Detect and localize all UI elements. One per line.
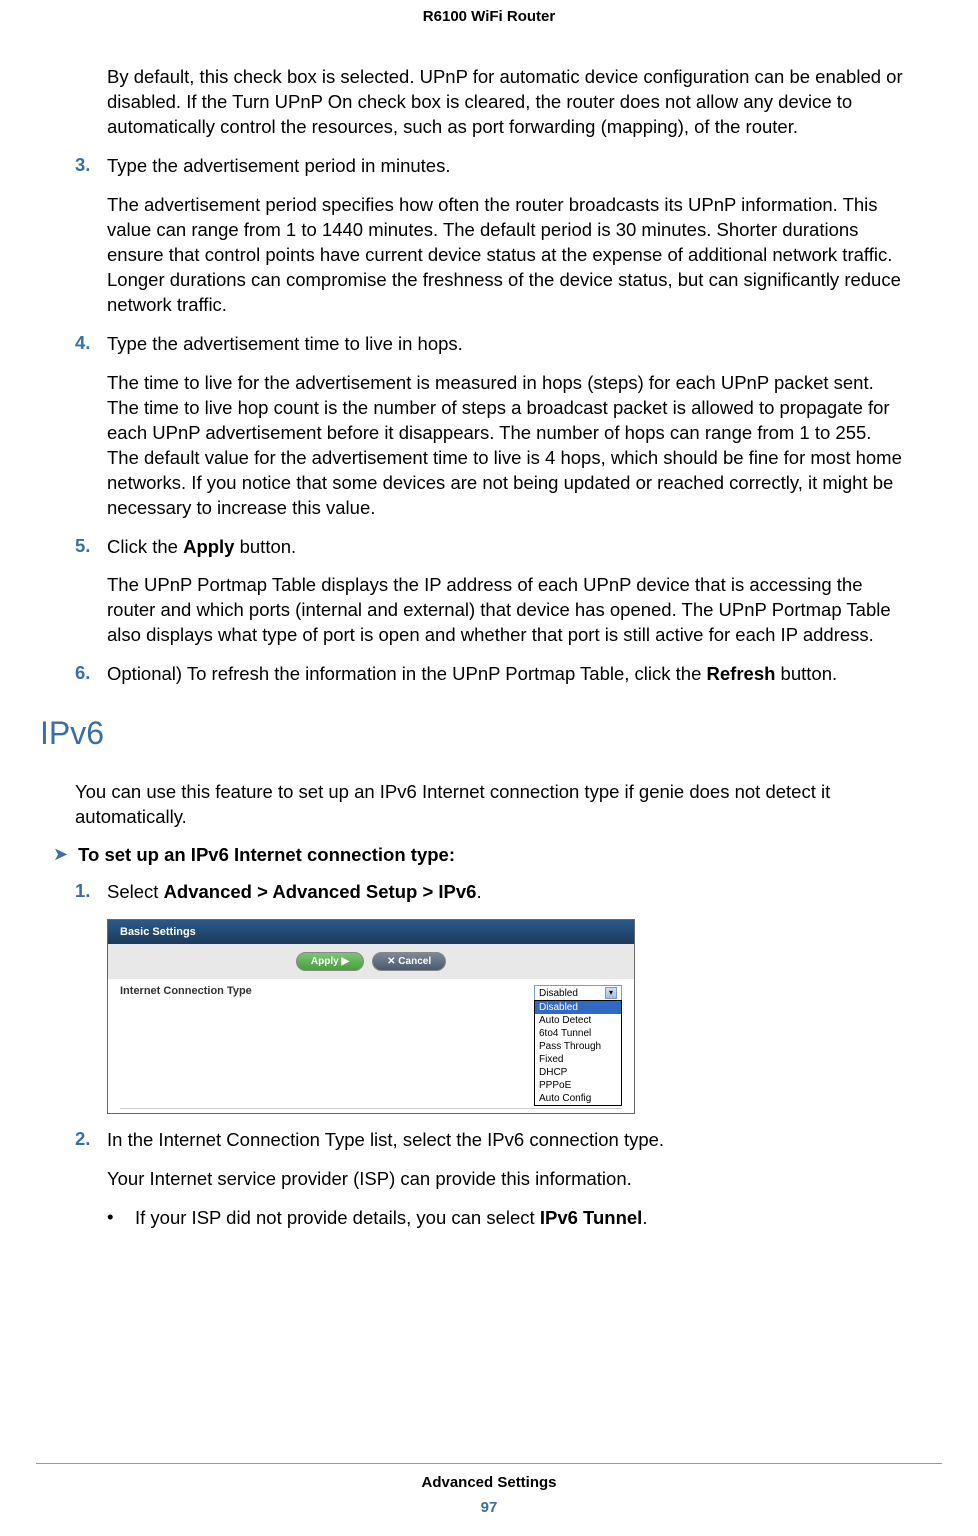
bullet-dot: • (107, 1206, 135, 1231)
page-content: By default, this check box is selected. … (0, 65, 978, 1231)
screenshot-body: Internet Connection Type Disabled ▾ Disa… (108, 979, 634, 1113)
step-number: 5. (75, 535, 107, 560)
step-4: 4. Type the advertisement time to live i… (75, 332, 903, 357)
footer-separator (36, 1463, 942, 1464)
step-5: 5. Click the Apply button. (75, 535, 903, 560)
step-text: In the Internet Connection Type list, se… (107, 1128, 903, 1153)
text-pre: Click the (107, 536, 183, 557)
bullet-text: If your ISP did not provide details, you… (135, 1206, 903, 1231)
dropdown-option[interactable]: DHCP (535, 1066, 621, 1079)
footer-page-number: 97 (0, 1499, 978, 1516)
text-bold: IPv6 Tunnel (540, 1207, 642, 1228)
step-text: Optional) To refresh the information in … (107, 662, 903, 687)
step-3: 3. Type the advertisement period in minu… (75, 154, 903, 179)
apply-button[interactable]: Apply ▶ (296, 952, 364, 971)
text-pre: If your ISP did not provide details, you… (135, 1207, 540, 1228)
task-arrow-icon: ➤ (53, 844, 68, 865)
section-intro: You can use this feature to set up an IP… (75, 780, 903, 830)
step-number: 6. (75, 662, 107, 687)
text-post: button. (234, 536, 296, 557)
text-bold: Advanced > Advanced Setup > IPv6 (164, 881, 477, 902)
screenshot-titlebar: Basic Settings (108, 920, 634, 944)
setup-step-2: 2. In the Internet Connection Type list,… (75, 1128, 903, 1153)
dropdown-selected-text: Disabled (539, 988, 578, 999)
step-3-description: The advertisement period specifies how o… (107, 193, 903, 318)
dropdown-option[interactable]: Pass Through (535, 1040, 621, 1053)
intro-paragraph: By default, this check box is selected. … (107, 65, 903, 140)
basic-settings-screenshot: Basic Settings Apply ▶ ✕ Cancel Internet… (107, 919, 635, 1114)
cancel-button[interactable]: ✕ Cancel (372, 952, 446, 971)
setup-step-1: 1. Select Advanced > Advanced Setup > IP… (75, 880, 903, 905)
step-text: Select Advanced > Advanced Setup > IPv6. (107, 880, 903, 905)
step-text: Click the Apply button. (107, 535, 903, 560)
step-5-description: The UPnP Portmap Table displays the IP a… (107, 573, 903, 648)
text-post: . (642, 1207, 647, 1228)
task-title: To set up an IPv6 Internet connection ty… (78, 844, 455, 866)
step-text: Type the advertisement period in minutes… (107, 154, 903, 179)
dropdown-option[interactable]: Auto Config (535, 1092, 621, 1105)
connection-type-label: Internet Connection Type (120, 985, 252, 997)
dropdown-option[interactable]: Auto Detect (535, 1014, 621, 1027)
bullet-item: • If your ISP did not provide details, y… (107, 1206, 903, 1231)
text-post: button. (775, 663, 837, 684)
screenshot-container: Basic Settings Apply ▶ ✕ Cancel Internet… (107, 919, 903, 1114)
section-title-ipv6: IPv6 (40, 715, 903, 752)
step-6: 6. Optional) To refresh the information … (75, 662, 903, 687)
setup-step-2-description: Your Internet service provider (ISP) can… (107, 1167, 903, 1192)
text-pre: Optional) To refresh the information in … (107, 663, 707, 684)
step-number: 2. (75, 1128, 107, 1153)
dropdown-option[interactable]: Disabled (535, 1001, 621, 1014)
dropdown-selected[interactable]: Disabled ▾ (534, 985, 622, 1001)
dropdown-option[interactable]: PPPoE (535, 1079, 621, 1092)
text-pre: Select (107, 881, 164, 902)
page-footer: Advanced Settings 97 (0, 1463, 978, 1516)
dropdown-option[interactable]: Fixed (535, 1053, 621, 1066)
separator (120, 1108, 622, 1109)
text-post: . (476, 881, 481, 902)
text-bold: Refresh (707, 663, 776, 684)
step-number: 1. (75, 880, 107, 905)
step-number: 4. (75, 332, 107, 357)
footer-title: Advanced Settings (0, 1474, 978, 1491)
screenshot-button-bar: Apply ▶ ✕ Cancel (108, 944, 634, 979)
chevron-down-icon[interactable]: ▾ (605, 987, 617, 999)
task-header: ➤ To set up an IPv6 Internet connection … (75, 844, 903, 866)
connection-type-dropdown[interactable]: Disabled ▾ Disabled Auto Detect 6to4 Tun… (534, 985, 622, 1106)
step-text: Type the advertisement time to live in h… (107, 332, 903, 357)
step-number: 3. (75, 154, 107, 179)
page-header-title: R6100 WiFi Router (0, 0, 978, 65)
dropdown-list[interactable]: Disabled Auto Detect 6to4 Tunnel Pass Th… (534, 1000, 622, 1106)
dropdown-option[interactable]: 6to4 Tunnel (535, 1027, 621, 1040)
text-bold: Apply (183, 536, 234, 557)
step-4-description: The time to live for the advertisement i… (107, 371, 903, 521)
